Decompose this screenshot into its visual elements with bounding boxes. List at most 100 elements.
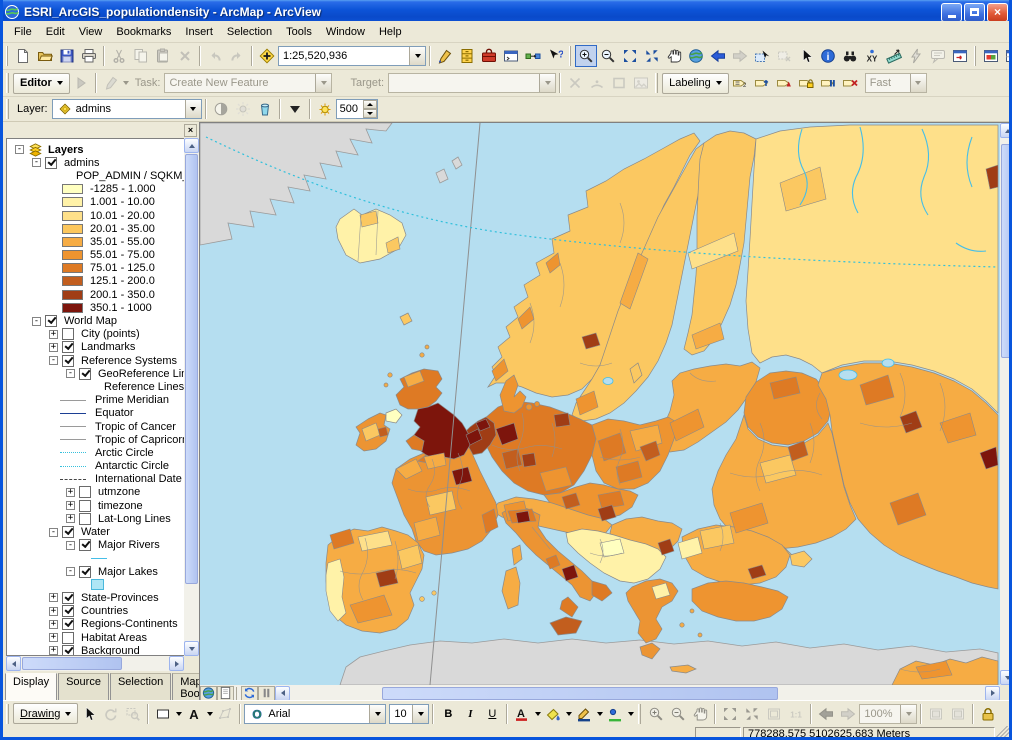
- expand-icon[interactable]: +: [66, 488, 75, 497]
- map-scroll-up-icon[interactable]: [1000, 123, 1012, 138]
- toc-layer-item-landmarks[interactable]: +Landmarks: [7, 341, 184, 354]
- layer-visibility-checkbox[interactable]: [62, 618, 74, 630]
- toc-layer-item-timezone[interactable]: +timezone: [7, 499, 184, 512]
- layer-visibility-checkbox[interactable]: [79, 539, 91, 551]
- toc-layer-item-arctic-circle[interactable]: Arctic Circle: [7, 446, 184, 459]
- rectangle-tool[interactable]: [152, 703, 174, 725]
- legend-class-row[interactable]: 350.1 - 1000: [7, 301, 184, 314]
- layer-visibility-checkbox[interactable]: [62, 341, 74, 353]
- collapse-icon[interactable]: -: [66, 567, 75, 576]
- layer-visibility-checkbox[interactable]: [62, 632, 74, 644]
- toc-layer-label[interactable]: Equator: [94, 407, 134, 419]
- collapse-icon[interactable]: -: [66, 541, 75, 550]
- measure-tool[interactable]: [883, 45, 905, 67]
- flicker-tool[interactable]: [314, 98, 336, 120]
- font-combo[interactable]: OArial: [244, 704, 386, 724]
- toc-layer-label[interactable]: Habitat Areas: [80, 632, 147, 644]
- legend-swatch[interactable]: [62, 276, 83, 286]
- toc-layer-item-antarctic-circle[interactable]: Antarctic Circle: [7, 460, 184, 473]
- legend-class-row[interactable]: 20.01 - 35.00: [7, 222, 184, 235]
- toc-close-icon[interactable]: ×: [184, 124, 197, 137]
- shape-tool-dropdown[interactable]: [174, 712, 183, 716]
- legend-swatch[interactable]: [62, 237, 83, 247]
- toc-layer-item-countries[interactable]: +Countries: [7, 605, 184, 618]
- expand-icon[interactable]: +: [66, 501, 75, 510]
- refresh-view-button[interactable]: [241, 686, 258, 701]
- menu-selection[interactable]: Selection: [220, 23, 279, 41]
- toc-hscroll-thumb[interactable]: [22, 657, 122, 670]
- scale-combo-arrow[interactable]: [409, 47, 425, 65]
- fixed-zoom-out-button[interactable]: [641, 45, 663, 67]
- legend-class-row[interactable]: 35.01 - 55.00: [7, 235, 184, 248]
- collapse-icon[interactable]: -: [32, 317, 41, 326]
- layer-visibility-checkbox[interactable]: [79, 486, 91, 498]
- zoom-out-tool[interactable]: [597, 45, 619, 67]
- map-vscroll-thumb[interactable]: [1001, 144, 1012, 358]
- layer-visibility-checkbox[interactable]: [62, 526, 74, 538]
- layer-visibility-checkbox[interactable]: [79, 500, 91, 512]
- label-priority-button[interactable]: [751, 72, 773, 94]
- menu-view[interactable]: View: [72, 23, 110, 41]
- map-canvas[interactable]: [200, 123, 1000, 685]
- data-view-button[interactable]: [200, 686, 217, 701]
- menu-help[interactable]: Help: [372, 23, 409, 41]
- scroll-left-icon[interactable]: [6, 656, 21, 671]
- arctoolbox-button[interactable]: [478, 45, 500, 67]
- expand-icon[interactable]: +: [49, 343, 58, 352]
- spinner-up-button[interactable]: [363, 100, 377, 109]
- toc-layer-label[interactable]: Tropic of Capricorn: [94, 434, 184, 446]
- drawing-menu-button[interactable]: Drawing: [13, 703, 78, 724]
- toc-layer-label[interactable]: Regions-Continents: [80, 618, 178, 630]
- legend-swatch[interactable]: [62, 250, 83, 260]
- legend-class-row[interactable]: 10.01 - 20.00: [7, 209, 184, 222]
- spinner-down-button[interactable]: [363, 109, 377, 118]
- minimize-button[interactable]: [941, 3, 962, 22]
- legend-class-row[interactable]: 125.1 - 200.0: [7, 275, 184, 288]
- toc-layer-label[interactable]: International Date Line: [94, 473, 184, 485]
- whats-this-button[interactable]: ?: [544, 45, 566, 67]
- legend-class-row[interactable]: 55.01 - 75.00: [7, 249, 184, 262]
- bold-button[interactable]: B: [437, 703, 459, 725]
- font-color-dropdown[interactable]: [533, 712, 542, 716]
- menu-insert[interactable]: Insert: [178, 23, 220, 41]
- toc-layer-label[interactable]: Arctic Circle: [94, 447, 154, 459]
- magnifier-window-button[interactable]: [1002, 45, 1012, 67]
- underline-button[interactable]: U: [481, 703, 503, 725]
- layer-visibility-checkbox[interactable]: [62, 328, 74, 340]
- overview-window-button[interactable]: [980, 45, 1002, 67]
- toc-layer-label[interactable]: Prime Meridian: [94, 394, 169, 406]
- select-elements-tool-drawing[interactable]: [78, 703, 100, 725]
- legend-swatch[interactable]: [62, 263, 83, 273]
- font-size-arrow[interactable]: [412, 705, 428, 723]
- select-features-tool[interactable]: [751, 45, 773, 67]
- expand-icon[interactable]: +: [49, 593, 58, 602]
- map-scroll-left-icon[interactable]: [275, 686, 290, 701]
- toc-layer-item-state-provinces[interactable]: +State-Provinces: [7, 591, 184, 604]
- resize-grip[interactable]: [996, 726, 1009, 740]
- transparency-button[interactable]: [254, 98, 276, 120]
- toc-layer-label[interactable]: Layers: [47, 144, 83, 156]
- layer-visibility-checkbox[interactable]: [62, 592, 74, 604]
- zoom-in-tool[interactable]: [575, 45, 597, 67]
- command-line-button[interactable]: [500, 45, 522, 67]
- line-color-dropdown[interactable]: [595, 712, 604, 716]
- toc-layer-label[interactable]: Tropic of Cancer: [94, 421, 176, 433]
- close-button[interactable]: ×: [987, 3, 1008, 22]
- layer-visibility-checkbox[interactable]: [79, 566, 91, 578]
- menu-bookmarks[interactable]: Bookmarks: [109, 23, 178, 41]
- toc-layer-label[interactable]: utmzone: [97, 486, 140, 498]
- back-extent-button[interactable]: [707, 45, 729, 67]
- add-data-button[interactable]: [256, 45, 278, 67]
- lock-labels-button[interactable]: [795, 72, 817, 94]
- toc-layer-label[interactable]: Countries: [80, 605, 128, 617]
- map-vertical-scrollbar[interactable]: [1000, 123, 1012, 685]
- toc-layer-label[interactable]: Reference Lines: [103, 381, 184, 393]
- new-document-button[interactable]: [12, 45, 34, 67]
- save-button[interactable]: [56, 45, 78, 67]
- legend-swatch[interactable]: [62, 303, 83, 313]
- toc-layer-label[interactable]: Reference Systems: [80, 355, 177, 367]
- toc-layer-label[interactable]: Major Lakes: [97, 566, 158, 578]
- legend-class-row[interactable]: -1285 - 1.000: [7, 183, 184, 196]
- layer-visibility-checkbox[interactable]: [45, 315, 57, 327]
- font-color-button[interactable]: A: [511, 703, 533, 725]
